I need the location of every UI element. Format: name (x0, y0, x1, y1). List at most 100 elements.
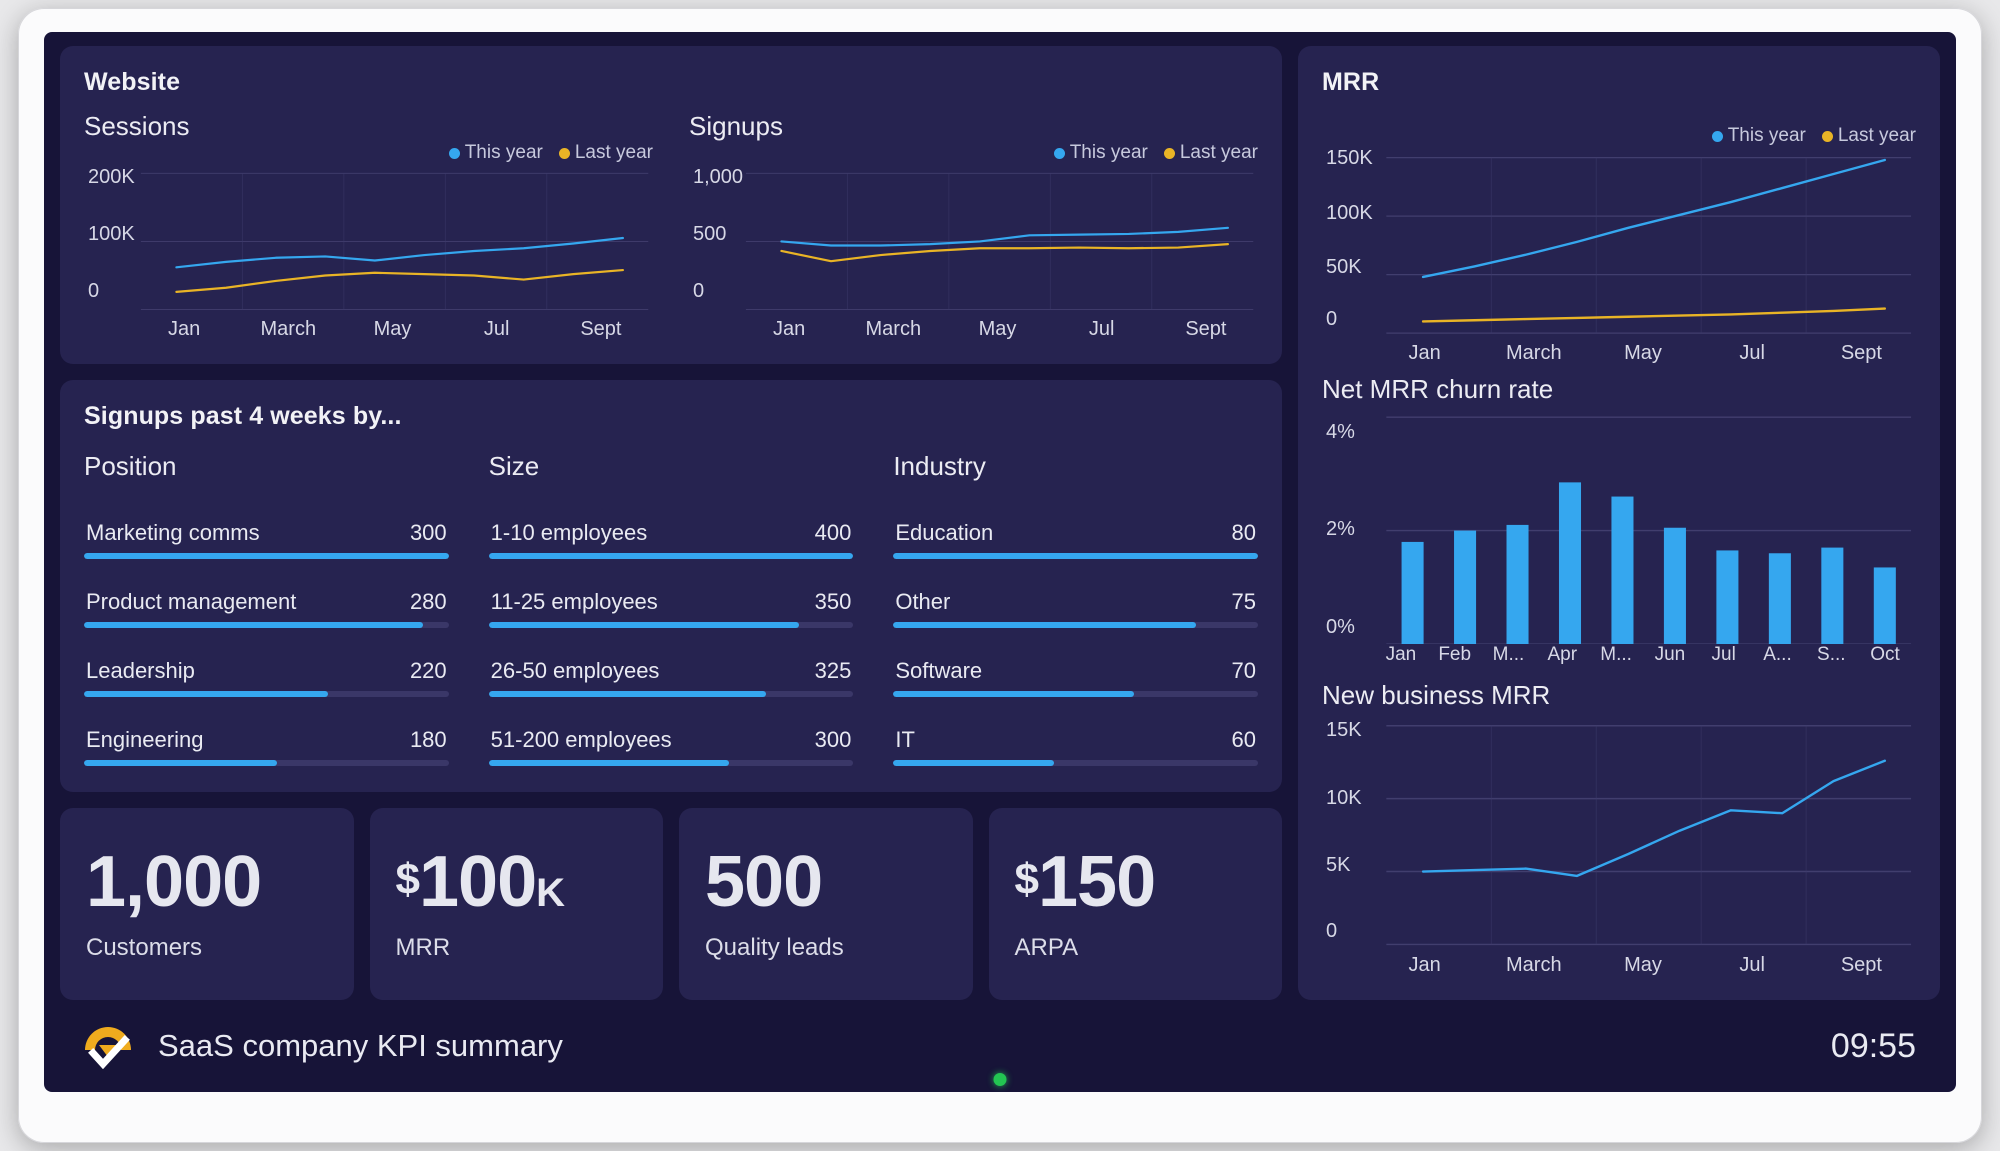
row-track (84, 553, 449, 559)
kpi-card-quality-leads[interactable]: 500 Quality leads (679, 808, 973, 1000)
row-label: Other (895, 589, 951, 614)
row-line: Education 80 (893, 520, 1258, 553)
row-value: 60 (1231, 727, 1256, 752)
dashboard: Website Sessions . This year (44, 32, 1956, 1092)
signups-title: Signups (689, 111, 783, 141)
kpi-row: 1,000 Customers $100K MRR 500 Quality le… (60, 808, 1282, 1000)
kpi-number: 150 (1037, 842, 1156, 922)
legend-dot-icon (448, 147, 460, 159)
row-label: 26-50 employees (490, 658, 660, 683)
mrr-svg (1386, 157, 1912, 334)
list-item[interactable]: Product management 280 (84, 567, 449, 636)
row-line: Other 75 (893, 589, 1258, 622)
xtick: Sept (1840, 953, 1882, 976)
list-item[interactable]: Leadership 220 (84, 636, 449, 705)
xtick: May (1624, 953, 1662, 976)
xtick: Jan (772, 317, 806, 340)
row-value: 75 (1231, 589, 1256, 614)
row-label: Education (895, 520, 994, 545)
list-item[interactable]: 51-200 employees 300 (488, 705, 854, 774)
new-business-mrr-title: New business MRR (1322, 680, 1551, 710)
xtick: March (260, 317, 317, 340)
signups-chart-header: . This year Last year (689, 142, 1258, 164)
airtasker-check-logo-icon (80, 1019, 136, 1074)
row-track (488, 553, 854, 559)
signups-svg (745, 172, 1254, 311)
mrr-card: MRR . This year Last year (1298, 46, 1940, 1000)
list-item[interactable]: Other 75 (893, 567, 1258, 636)
list-item[interactable]: Engineering 180 (84, 705, 449, 774)
kpi-prefix: $ (395, 855, 421, 904)
xtick: Jan (1408, 341, 1441, 364)
kpi-suffix: K (536, 871, 565, 915)
list-item[interactable]: 1-10 employees 400 (488, 498, 854, 567)
mrr-plot: 150K 100K 50K 0 (1322, 147, 1916, 336)
breakdown-heading: Position (84, 451, 177, 481)
row-fill (893, 622, 1196, 628)
breakdown-heading: Industry (893, 451, 986, 481)
row-line: Marketing comms 300 (84, 520, 449, 553)
mrr-xaxis: Jan March May Jul Sept (1322, 336, 1916, 370)
xtick: M... (1492, 644, 1525, 665)
list-item[interactable]: Education 80 (893, 498, 1258, 567)
legend-dot-icon (1711, 130, 1723, 142)
breakdown-rows: Education 80 Other 75 Software 70 IT 60 (893, 498, 1258, 774)
kpi-value: 1,000 (86, 846, 328, 918)
row-track (84, 760, 449, 766)
row-fill (84, 760, 278, 766)
list-item[interactable]: Marketing comms 300 (84, 498, 449, 567)
legend-label: This year (464, 142, 543, 163)
row-label: Leadership (86, 658, 195, 683)
sessions-legend: This year Last year (448, 142, 653, 164)
clock: 09:55 (1830, 1026, 1916, 1065)
row-line: 26-50 employees 325 (489, 658, 854, 691)
row-fill (893, 691, 1134, 697)
kpi-card-arpa[interactable]: $150 ARPA (988, 808, 1282, 1000)
new-business-mrr-svg (1386, 725, 1912, 946)
signups-plot: 1,000 500 0 (689, 166, 1258, 312)
row-fill (893, 760, 1054, 766)
kpi-card-mrr[interactable]: $100K MRR (369, 808, 663, 1000)
legend-item-last-year: Last year (1163, 142, 1258, 164)
xtick: Jun (1654, 644, 1686, 665)
kpi-number: 1,000 (86, 842, 262, 922)
mrr-legend: This year Last year (1711, 125, 1916, 147)
kpi-label: MRR (395, 934, 451, 961)
row-track (893, 691, 1258, 697)
kpi-label: ARPA (1014, 934, 1079, 961)
row-track (488, 691, 854, 697)
kpi-label: Customers (86, 934, 203, 961)
list-item[interactable]: 11-25 employees 350 (488, 567, 854, 636)
row-line: 51-200 employees 300 (489, 727, 854, 760)
row-value: 300 (409, 520, 447, 545)
legend-item-this-year: This year (1053, 142, 1148, 164)
breakdown-columns: Position Marketing comms 300 Product man… (84, 451, 1258, 774)
xtick: Jan (1385, 644, 1417, 665)
legend-dot-icon (1053, 147, 1065, 159)
signups-breakdown-card: Signups past 4 weeks by... Position Mark… (60, 380, 1282, 792)
row-track (84, 622, 449, 628)
signups-breakdown-title: Signups past 4 weeks by... (84, 402, 402, 430)
legend-item-last-year: Last year (1821, 125, 1916, 147)
row-value: 300 (814, 727, 852, 752)
xtick: March (865, 317, 922, 340)
website-card: Website Sessions . This year (60, 46, 1282, 364)
xtick: Jul (483, 317, 510, 340)
sessions-chart-header: . This year Last year (84, 142, 653, 164)
list-item[interactable]: IT 60 (893, 705, 1258, 774)
row-label: 51-200 employees (490, 727, 672, 752)
mrr-card-title: MRR (1322, 68, 1380, 96)
kpi-number: 500 (705, 842, 823, 922)
legend-dot-icon (558, 147, 570, 159)
churn-svg (1386, 416, 1912, 644)
kpi-card-customers[interactable]: 1,000 Customers (60, 808, 354, 1000)
row-label: Marketing comms (86, 520, 260, 545)
row-label: Software (895, 658, 983, 683)
row-line: Product management 280 (84, 589, 449, 622)
list-item[interactable]: Software 70 (893, 636, 1258, 705)
legend-label: This year (1069, 142, 1148, 163)
list-item[interactable]: 26-50 employees 325 (488, 636, 854, 705)
kpi-number: 100 (418, 842, 537, 922)
screen: Website Sessions . This year (44, 32, 1956, 1092)
row-track (893, 760, 1258, 766)
